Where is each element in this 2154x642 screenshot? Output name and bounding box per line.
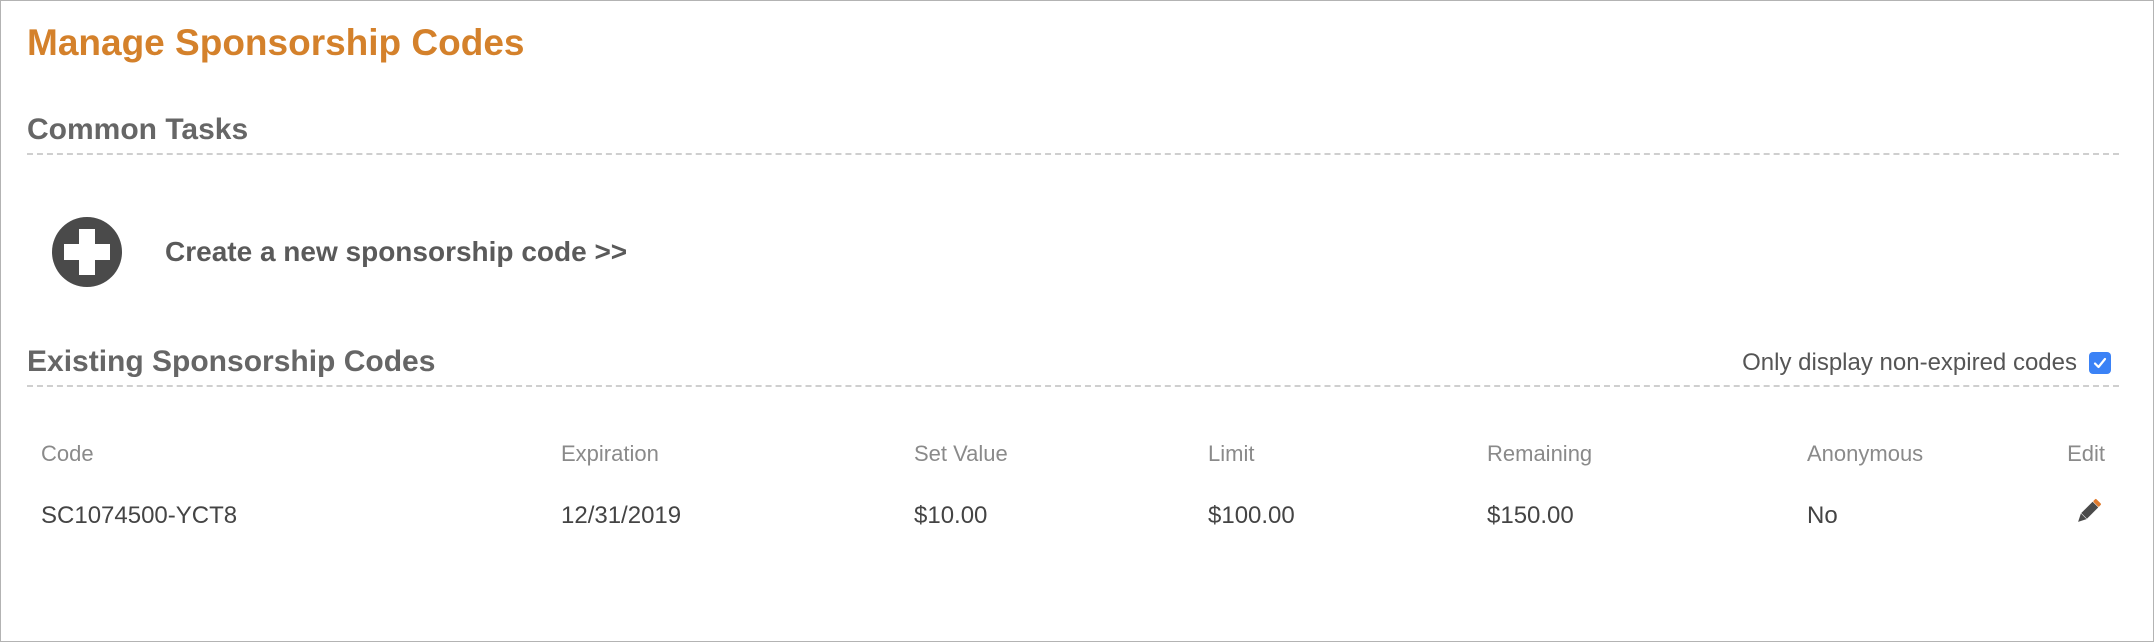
column-header-set-value: Set Value [914, 441, 1008, 466]
create-sponsorship-code-label: Create a new sponsorship code >> [165, 236, 628, 267]
column-header-remaining: Remaining [1487, 441, 1593, 466]
plus-circle-icon [52, 217, 122, 287]
column-header-limit: Limit [1208, 441, 1255, 466]
non-expired-filter: Only display non-expired codes [1742, 349, 2111, 377]
non-expired-checkbox[interactable] [2089, 352, 2111, 374]
existing-codes-heading: Existing Sponsorship Codes [27, 345, 436, 378]
cell-set-value: $10.00 [914, 501, 988, 529]
table-row: SC1074500-YCT8 12/31/2019 $10.00 $100.00… [27, 483, 2119, 548]
column-header-code: Code [41, 441, 94, 466]
column-header-expiration: Expiration [561, 441, 659, 466]
common-tasks-section-header: Common Tasks [27, 103, 2119, 155]
table-header-row: Code Expiration Set Value Limit Remainin… [27, 431, 2119, 483]
page-frame: Manage Sponsorship Codes Common Tasks Cr… [0, 0, 2154, 642]
cell-remaining: $150.00 [1487, 501, 1574, 529]
cell-limit: $100.00 [1208, 501, 1295, 529]
cell-code: SC1074500-YCT8 [41, 501, 238, 529]
existing-codes-section-header: Existing Sponsorship Codes Only display … [27, 335, 2119, 387]
column-header-edit: Edit [2067, 441, 2105, 466]
column-header-anonymous: Anonymous [1807, 441, 1924, 466]
create-sponsorship-code-link[interactable]: Create a new sponsorship code >> [51, 216, 627, 288]
cell-anonymous: No [1807, 501, 1838, 529]
cell-expiration: 12/31/2019 [561, 501, 682, 529]
sponsorship-codes-table: Code Expiration Set Value Limit Remainin… [27, 431, 2119, 548]
page-title: Manage Sponsorship Codes [27, 22, 525, 63]
common-tasks-heading: Common Tasks [27, 113, 249, 146]
checkmark-icon [2093, 357, 2107, 369]
pencil-icon[interactable] [2071, 495, 2105, 529]
non-expired-filter-label: Only display non-expired codes [1742, 349, 2077, 376]
cell-edit [2017, 483, 2119, 548]
